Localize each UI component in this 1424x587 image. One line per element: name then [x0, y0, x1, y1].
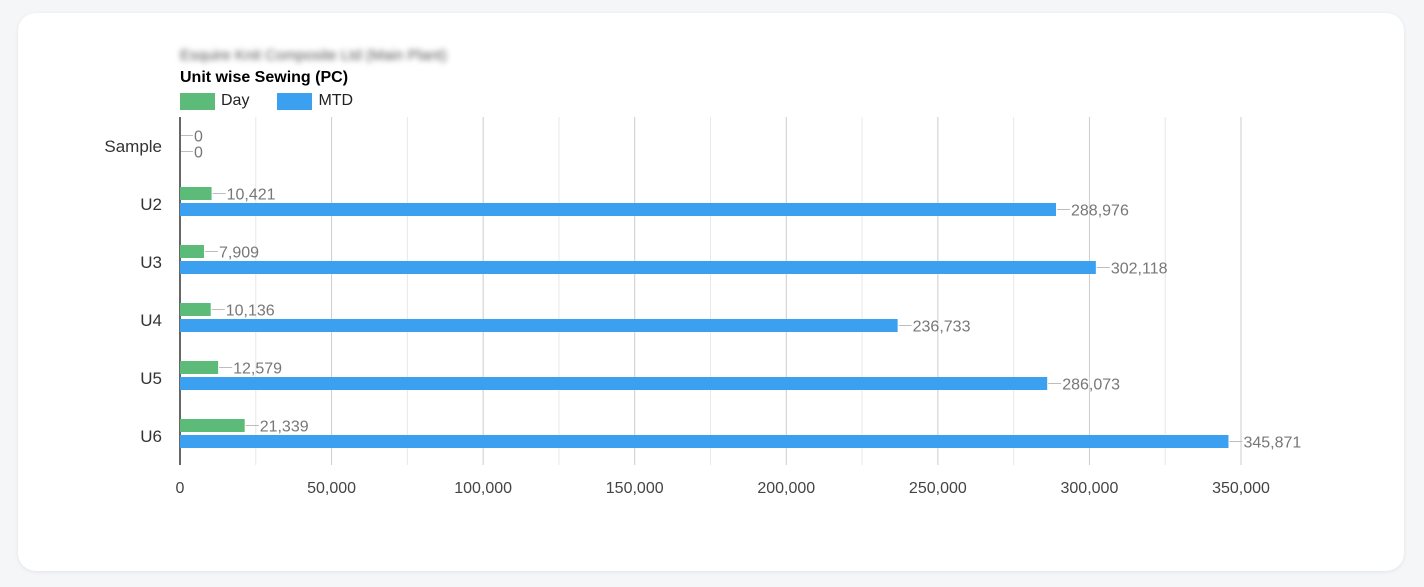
bar-mtd [180, 319, 898, 332]
x-tick-label: 50,000 [307, 480, 356, 497]
value-label-mtd: 236,733 [913, 319, 971, 336]
x-tick-label: 350,000 [1212, 480, 1270, 497]
bar-day [180, 245, 204, 258]
bar-mtd [180, 261, 1096, 274]
value-label-mtd: 286,073 [1062, 377, 1120, 394]
value-label-day: 0 [194, 129, 203, 146]
value-label-day: 10,136 [226, 303, 275, 320]
value-label-mtd: 0 [194, 145, 203, 162]
category-label: Sample [104, 137, 162, 156]
bar-day [180, 303, 211, 316]
value-label-mtd: 302,118 [1111, 261, 1168, 278]
x-tick-label: 200,000 [757, 480, 815, 497]
value-label-mtd: 288,976 [1071, 203, 1129, 220]
value-label-day: 7,909 [219, 245, 259, 262]
bar-chart: 0 50,000 100,000 150,000 200,000 250,000 300,0… [104, 117, 1301, 497]
value-label-mtd: 345,871 [1243, 435, 1301, 452]
bar-mtd [180, 203, 1057, 216]
category-label: U2 [140, 195, 162, 214]
bar-day [180, 419, 245, 432]
category-label: U3 [140, 253, 162, 272]
x-tick-label: 250,000 [909, 480, 967, 497]
x-tick-label: 300,000 [1061, 480, 1119, 497]
category-label: U6 [140, 427, 162, 446]
value-label-day: 10,421 [227, 187, 276, 204]
bar-mtd [180, 377, 1048, 390]
x-tick-label: 150,000 [606, 480, 664, 497]
x-tick-label: 0 [176, 480, 185, 497]
bar-day [180, 361, 219, 374]
x-tick-label: 100,000 [454, 480, 512, 497]
category-label: U4 [140, 311, 162, 330]
bar-day [180, 187, 212, 200]
bar-mtd [180, 435, 1229, 448]
category-label: U5 [140, 369, 162, 388]
value-label-day: 12,579 [233, 361, 282, 378]
value-label-day: 21,339 [260, 419, 309, 436]
